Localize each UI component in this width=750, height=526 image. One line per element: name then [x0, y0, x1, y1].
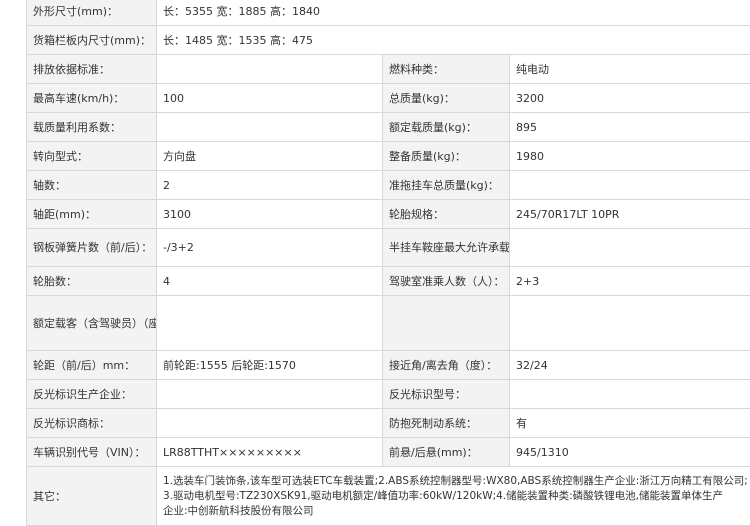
table-row: 载质量利用系数： 额定载质量(kg)： 895 — [27, 113, 750, 142]
spec-label: 半挂车鞍座最大允许承载质量(kg)： — [383, 229, 510, 267]
table-row: 轮距（前/后）mm： 前轮距:1555 后轮距:1570 接近角/离去角（度）：… — [27, 351, 750, 380]
spec-value: 4 — [157, 267, 383, 296]
spec-label: 防抱死制动系统： — [383, 409, 510, 438]
spec-value: 1980 — [510, 142, 750, 171]
spec-value: 前轮距:1555 后轮距:1570 — [157, 351, 383, 380]
spec-value: 长：5355 宽：1885 高：1840 — [157, 0, 750, 26]
spec-value: 长：1485 宽：1535 高：475 — [157, 26, 750, 55]
spec-label: 额定载质量(kg)： — [383, 113, 510, 142]
spec-label: 轮胎数： — [27, 267, 157, 296]
spec-value: 32/24 — [510, 351, 750, 380]
table-row: 反光标识生产企业： 反光标识型号： — [27, 380, 750, 409]
spec-value: 2+3 — [510, 267, 750, 296]
other-notes-line: 企业:中创新航科技股份有限公司 — [163, 504, 750, 519]
spec-value: 945/1310 — [510, 438, 750, 467]
spec-value: 纯电动 — [510, 55, 750, 84]
spec-value: 方向盘 — [157, 142, 383, 171]
spec-label — [383, 296, 510, 351]
other-notes: 1.选装车门装饰条,该车型可选装ETC车载装置;2.ABS系统控制器型号:WX8… — [157, 467, 750, 526]
table-row: 反光标识商标： 防抱死制动系统： 有 — [27, 409, 750, 438]
table-row: 转向型式： 方向盘 整备质量(kg)： 1980 — [27, 142, 750, 171]
spec-value: LR88TTHT××××××××× — [157, 438, 383, 467]
table-row: 额定载客（含驾驶员）（座位数）： — [27, 296, 750, 351]
spec-label: 反光标识商标： — [27, 409, 157, 438]
spec-label: 前悬/后悬(mm)： — [383, 438, 510, 467]
table-row: 货箱栏板内尺寸(mm)： 长：1485 宽：1535 高：475 — [27, 26, 750, 55]
spec-value — [510, 229, 750, 267]
spec-label: 轴距(mm)： — [27, 200, 157, 229]
table-row: 外形尺寸(mm)： 长：5355 宽：1885 高：1840 — [27, 0, 750, 26]
spec-label: 整备质量(kg)： — [383, 142, 510, 171]
table-row: 轮胎数： 4 驾驶室准乘人数（人）： 2+3 — [27, 267, 750, 296]
spec-label: 其它： — [27, 467, 157, 526]
spec-label: 总质量(kg)： — [383, 84, 510, 113]
spec-label: 排放依据标准： — [27, 55, 157, 84]
spec-label: 轴数： — [27, 171, 157, 200]
table-row: 车辆识别代号（VIN）： LR88TTHT××××××××× 前悬/后悬(mm)… — [27, 438, 750, 467]
spec-label: 轮胎规格： — [383, 200, 510, 229]
spec-label: 反光标识型号： — [383, 380, 510, 409]
table-row: 最高车速(km/h)： 100 总质量(kg)： 3200 — [27, 84, 750, 113]
spec-value: 100 — [157, 84, 383, 113]
spec-value: 895 — [510, 113, 750, 142]
spec-label: 接近角/离去角（度）： — [383, 351, 510, 380]
spec-value — [157, 409, 383, 438]
spec-value: 2 — [157, 171, 383, 200]
spec-label: 载质量利用系数： — [27, 113, 157, 142]
table-row: 轴数： 2 准拖挂车总质量(kg)： — [27, 171, 750, 200]
spec-label: 准拖挂车总质量(kg)： — [383, 171, 510, 200]
spec-value — [510, 171, 750, 200]
spec-value — [157, 380, 383, 409]
spec-value: 有 — [510, 409, 750, 438]
other-notes-line: 3.驱动电机型号:TZ230XSK91,驱动电机额定/峰值功率:60kW/120… — [163, 489, 750, 504]
spec-value: 3200 — [510, 84, 750, 113]
spec-label: 外形尺寸(mm)： — [27, 0, 157, 26]
spec-value — [510, 296, 750, 351]
spec-value — [157, 296, 383, 351]
spec-label: 货箱栏板内尺寸(mm)： — [27, 26, 157, 55]
table-row: 钢板弹簧片数（前/后）： -/3+2 半挂车鞍座最大允许承载质量(kg)： — [27, 229, 750, 267]
spec-label: 反光标识生产企业： — [27, 380, 157, 409]
spec-label: 转向型式： — [27, 142, 157, 171]
spec-label: 驾驶室准乘人数（人）： — [383, 267, 510, 296]
spec-value: -/3+2 — [157, 229, 383, 267]
table-row: 轴距(mm)： 3100 轮胎规格： 245/70R17LT 10PR — [27, 200, 750, 229]
table-row: 排放依据标准： 燃料种类： 纯电动 — [27, 55, 750, 84]
spec-value — [510, 380, 750, 409]
spec-label: 轮距（前/后）mm： — [27, 351, 157, 380]
spec-value: 3100 — [157, 200, 383, 229]
spec-label: 最高车速(km/h)： — [27, 84, 157, 113]
spec-label: 车辆识别代号（VIN）： — [27, 438, 157, 467]
table-row: 其它： 1.选装车门装饰条,该车型可选装ETC车载装置;2.ABS系统控制器型号… — [27, 467, 750, 526]
vehicle-spec-table: 外形尺寸(mm)： 长：5355 宽：1885 高：1840 货箱栏板内尺寸(m… — [26, 0, 750, 526]
spec-value — [157, 113, 383, 142]
spec-value: 245/70R17LT 10PR — [510, 200, 750, 229]
spec-label: 额定载客（含驾驶员）（座位数）： — [27, 296, 157, 351]
spec-label: 钢板弹簧片数（前/后）： — [27, 229, 157, 267]
spec-value — [157, 55, 383, 84]
other-notes-line: 1.选装车门装饰条,该车型可选装ETC车载装置;2.ABS系统控制器型号:WX8… — [163, 474, 750, 489]
spec-label: 燃料种类： — [383, 55, 510, 84]
